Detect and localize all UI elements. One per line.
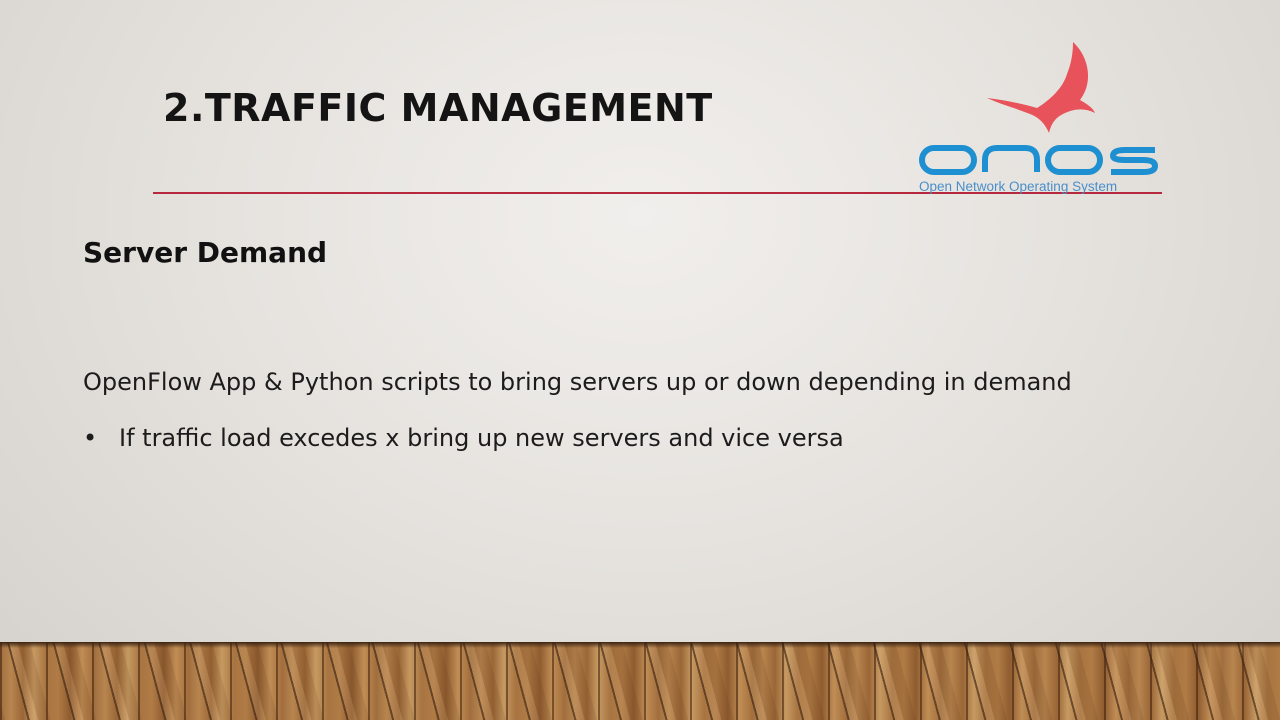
body-paragraph: OpenFlow App & Python scripts to bring s… — [83, 368, 1072, 396]
bullet-text: If traffic load excedes x bring up new s… — [119, 424, 844, 452]
bird-icon — [987, 42, 1095, 133]
bullet-item: • If traffic load excedes x bring up new … — [83, 424, 844, 452]
onos-logo: Open Network Operating System — [915, 38, 1165, 198]
slide-title: 2.TRAFFIC MANAGEMENT — [163, 86, 713, 130]
section-heading: Server Demand — [83, 236, 328, 269]
floor-planks — [0, 642, 1280, 720]
wordmark-onos — [919, 145, 1159, 175]
bullet-marker: • — [83, 424, 98, 452]
slide: 2.TRAFFIC MANAGEMENT Open Network Operat… — [0, 0, 1280, 720]
wood-floor — [0, 642, 1280, 720]
floor-edge-shadow — [0, 642, 1280, 648]
onos-logo-graphic — [919, 42, 1159, 175]
logo-tagline: Open Network Operating System — [919, 179, 1118, 194]
